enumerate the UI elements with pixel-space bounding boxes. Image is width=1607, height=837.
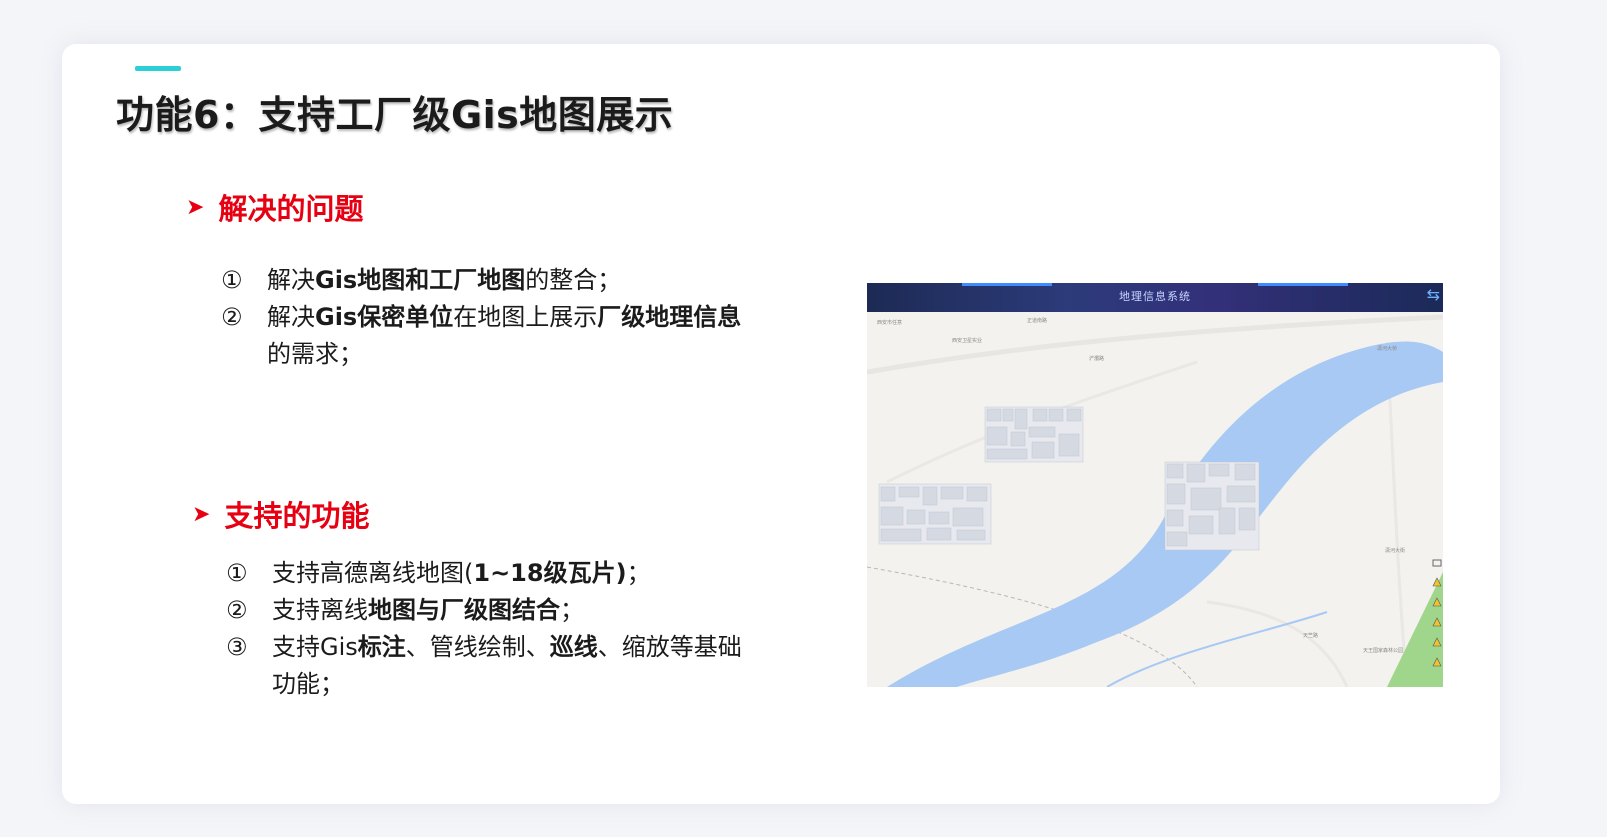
arrow-bullet-icon: ➤: [186, 194, 205, 220]
list-item-text-part: 、管线绘制、: [405, 633, 550, 661]
list-item-text-part: 厂级地理信息: [597, 303, 742, 331]
list-item-text-part: 的整合；: [525, 266, 622, 294]
list-item-text-part: 解决: [267, 266, 315, 294]
map-label: 潇河大街: [1385, 547, 1405, 554]
list-item-text-part: 支持Gis: [272, 633, 358, 661]
park-area: [1387, 572, 1443, 687]
list-item-text: 解决Gis保密单位在地图上展示厂级地理信息的需求；: [267, 299, 747, 373]
list-item-text-part: 支持高德离线地图(: [272, 559, 474, 587]
map-label: 潇河大桥: [1377, 345, 1397, 352]
gis-header-bar: 地理信息系统 ⇆: [867, 283, 1443, 312]
list-item-text-part: 标注: [357, 633, 406, 661]
map-label: 西安市任意: [877, 319, 902, 326]
problems-list: ① 解决Gis地图和工厂地图的整合； ② 解决Gis保密单位在地图上展示厂级地理信息的…: [221, 262, 747, 373]
list-item-text-part: ；: [560, 596, 584, 624]
features-list: ① 支持高德离线地图(1~18级瓦片)； ② 支持离线地图与厂级图结合； ③ 支持Gis标…: [226, 555, 752, 703]
list-item-text: 支持Gis标注、管线绘制、巡线、缩放等基础功能；: [272, 629, 752, 703]
list-item-text-part: ；: [626, 559, 651, 587]
list-item-number: ①: [221, 266, 243, 294]
section-heading-problems: ➤ 解决的问题: [186, 186, 363, 228]
list-item-text-part: 在地图上展示: [453, 303, 598, 331]
list-item-text-part: Gis保密单位: [315, 303, 454, 331]
list-item-number: ②: [226, 596, 248, 624]
map-label: 浐灞路: [1089, 355, 1104, 362]
title-accent-bar: [135, 66, 181, 71]
list-item-text: 支持高德离线地图(1~18级瓦片)；: [272, 555, 752, 592]
list-item-text-part: 地图与厂级图结合: [368, 596, 560, 624]
list-item-text: 支持离线地图与厂级图结合；: [272, 592, 752, 629]
map-label: 天王国家森林公园: [1363, 647, 1403, 654]
list-item: ② 解决Gis保密单位在地图上展示厂级地理信息的需求；: [221, 299, 747, 373]
map-label: 正道南路: [1027, 317, 1047, 324]
gis-map-canvas[interactable]: 西安市任意 西安卫星实业 正道南路 潇河大桥 浐灞路 潇河大街 天竺路 天王国家…: [867, 312, 1443, 687]
page-title: 功能6：支持工厂级Gis地图展示: [116, 93, 674, 137]
section-heading-text: 解决的问题: [218, 192, 364, 226]
header-glow-right: [1258, 283, 1348, 286]
gis-header-title: 地理信息系统: [1119, 290, 1191, 303]
list-item-text: 解决Gis地图和工厂地图的整合；: [267, 262, 747, 299]
exit-icon[interactable]: ⇆: [1427, 285, 1441, 305]
list-item-text-part: Gis地图和工厂地图: [315, 266, 526, 294]
list-item-number: ②: [221, 303, 243, 331]
arrow-bullet-icon: ➤: [192, 501, 211, 527]
list-item-text-part: 1~18级瓦片): [473, 559, 627, 587]
gis-map-screenshot: 地理信息系统 ⇆ 西安市任意 西安卫星实业 正道南路 潇河大桥 浐灞路 潇河大街…: [867, 283, 1443, 687]
list-item-text-part: 解决: [267, 303, 315, 331]
list-item: ② 支持离线地图与厂级图结合；: [226, 592, 752, 629]
section-heading-features: ➤ 支持的功能: [192, 493, 369, 535]
list-item-text-part: 巡线: [549, 633, 598, 661]
list-item: ① 支持高德离线地图(1~18级瓦片)；: [226, 555, 752, 592]
list-item-number: ③: [226, 633, 248, 661]
map-label: 天竺路: [1303, 632, 1318, 639]
list-item-text-part: 支持离线: [272, 596, 368, 624]
list-item-number: ①: [226, 559, 248, 587]
list-item-text-part: 的需求；: [267, 340, 363, 368]
section-heading-text: 支持的功能: [224, 499, 370, 533]
map-label: 西安卫星实业: [952, 337, 982, 344]
list-item: ③ 支持Gis标注、管线绘制、巡线、缩放等基础功能；: [226, 629, 752, 703]
list-item: ① 解决Gis地图和工厂地图的整合；: [221, 262, 747, 299]
header-glow-left: [962, 283, 1052, 286]
